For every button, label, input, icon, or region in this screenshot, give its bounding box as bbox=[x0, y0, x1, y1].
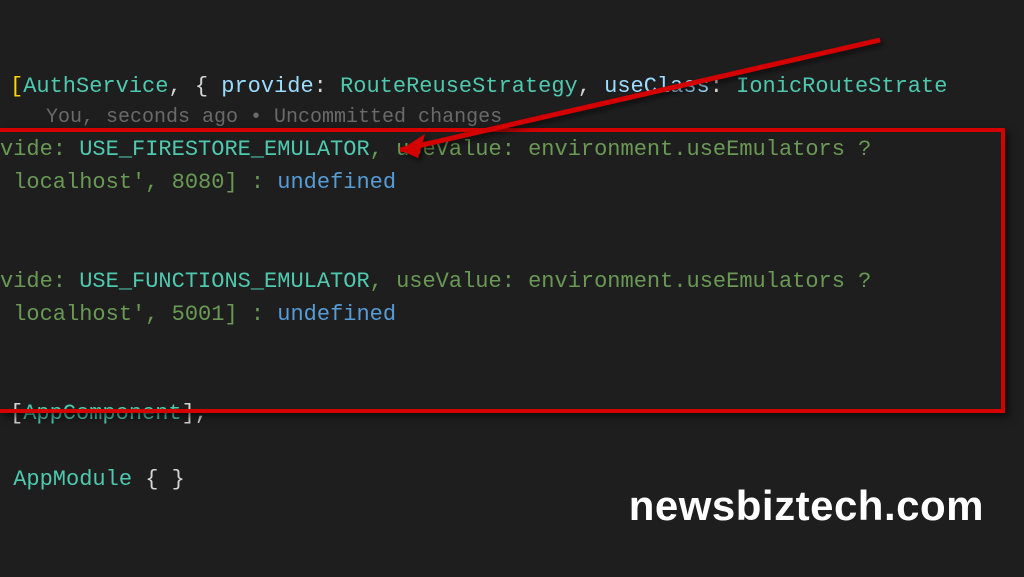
token-port: 5001 bbox=[172, 298, 225, 331]
token-port: 8080 bbox=[172, 166, 225, 199]
token-bracket: [ bbox=[10, 397, 23, 430]
code-line-2[interactable]: vide: USE_FIRESTORE_EMULATOR , useValue:… bbox=[0, 133, 1024, 166]
token: ] : bbox=[224, 166, 277, 199]
codelens-text: You, seconds ago • Uncommitted changes bbox=[46, 103, 502, 133]
token-functions-emulator: USE_FUNCTIONS_EMULATOR bbox=[79, 265, 369, 298]
blank-line[interactable] bbox=[0, 232, 1024, 265]
blank-line[interactable] bbox=[0, 364, 1024, 397]
code-line-5[interactable]: localhost', 5001 ] : undefined bbox=[0, 298, 1024, 331]
token-punc: , { bbox=[168, 70, 221, 103]
token-ionicroute: IonicRouteStrate bbox=[736, 70, 947, 103]
code-line-4[interactable]: vide: USE_FUNCTIONS_EMULATOR , useValue:… bbox=[0, 265, 1024, 298]
token-routestrategy: RouteReuseStrategy bbox=[340, 70, 578, 103]
token: localhost', bbox=[0, 166, 172, 199]
token-undefined: undefined bbox=[277, 298, 396, 331]
token-authservice: AuthService bbox=[23, 70, 168, 103]
token: ] : bbox=[224, 298, 277, 331]
token-undefined: undefined bbox=[277, 166, 396, 199]
token: localhost', bbox=[0, 298, 172, 331]
token-appcomponent: AppComponent bbox=[23, 397, 181, 430]
code-line-1[interactable]: [ AuthService , { provide : RouteReuseSt… bbox=[0, 70, 1024, 103]
watermark: newsbiztech.com bbox=[629, 474, 984, 537]
blank-line[interactable] bbox=[0, 331, 1024, 364]
token-punc: ], bbox=[182, 397, 208, 430]
code-editor[interactable]: [ AuthService , { provide : RouteReuseSt… bbox=[0, 0, 1024, 496]
token-braces: { } bbox=[132, 463, 185, 496]
token-punc: : bbox=[314, 70, 340, 103]
token: , useValue: environment.useEmulators ? bbox=[370, 133, 872, 166]
token bbox=[0, 463, 13, 496]
token: , useValue: environment.useEmulators ? bbox=[370, 265, 872, 298]
token-provide: provide bbox=[221, 70, 313, 103]
token-punc: : bbox=[710, 70, 736, 103]
token: vide: bbox=[0, 265, 79, 298]
blank-line[interactable] bbox=[0, 199, 1024, 232]
bracket-open: [ bbox=[10, 70, 23, 103]
code-line-6[interactable]: [ AppComponent ], bbox=[0, 397, 1024, 430]
token-appmodule: AppModule bbox=[13, 463, 132, 496]
token-punc: , bbox=[578, 70, 604, 103]
token-firestore-emulator: USE_FIRESTORE_EMULATOR bbox=[79, 133, 369, 166]
git-codelens[interactable]: You, seconds ago • Uncommitted changes bbox=[0, 103, 1024, 133]
token: vide: bbox=[0, 133, 79, 166]
blank-line[interactable] bbox=[0, 430, 1024, 463]
code-line-3[interactable]: localhost', 8080 ] : undefined bbox=[0, 166, 1024, 199]
token-useclass: useClass bbox=[604, 70, 710, 103]
